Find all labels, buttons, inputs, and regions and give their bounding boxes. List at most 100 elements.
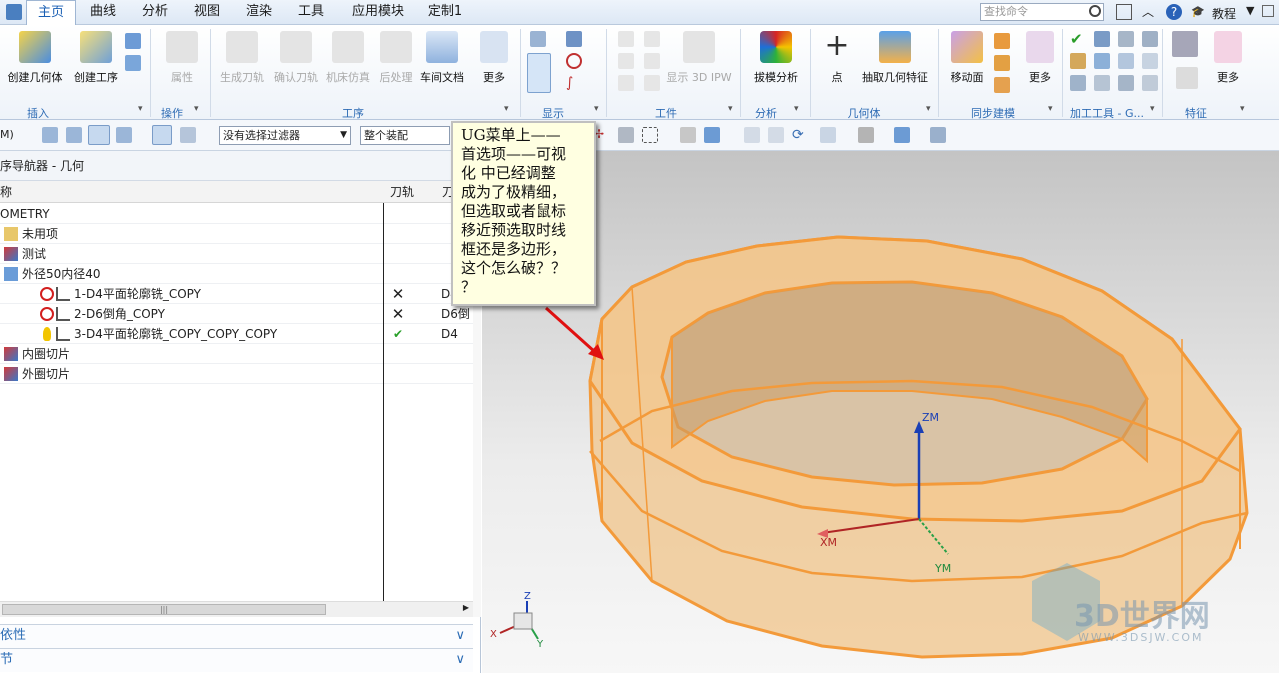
- table-row[interactable]: 3-D4平面轮廓铣_COPY_COPY_COPY ✔ D4: [0, 324, 473, 344]
- restore-window-icon[interactable]: [1262, 5, 1274, 17]
- more-features-button[interactable]: 更多: [1206, 29, 1250, 95]
- selection-filter-dropdown[interactable]: 没有选择过滤器 ▼: [219, 126, 351, 145]
- layer-icon[interactable]: [930, 127, 946, 143]
- horizontal-scrollbar[interactable]: ||| ▶: [0, 601, 473, 617]
- workpiece-icon[interactable]: [618, 53, 634, 69]
- tab-tools[interactable]: 工具: [288, 0, 334, 25]
- collapse-ribbon-icon[interactable]: ︿: [1140, 4, 1156, 20]
- section-view-icon[interactable]: [527, 53, 551, 93]
- table-row[interactable]: 测试: [0, 244, 473, 264]
- geometry-view-icon[interactable]: [88, 125, 110, 145]
- machining-tool-icon[interactable]: [1142, 75, 1158, 91]
- workpiece-icon[interactable]: [618, 31, 634, 47]
- chevron-down-icon[interactable]: ∨: [455, 649, 465, 671]
- target-icon[interactable]: [566, 53, 582, 69]
- create-geometry-button[interactable]: 创建几何体: [2, 29, 68, 95]
- group-geometry-caret[interactable]: ▾: [926, 104, 931, 114]
- col-toolpath[interactable]: 刀轨: [390, 181, 414, 203]
- select-object-icon[interactable]: [180, 127, 196, 143]
- tab-customize1[interactable]: 定制1: [420, 0, 470, 25]
- tab-home[interactable]: 主页: [26, 0, 76, 26]
- table-row[interactable]: 2-D6倒角_COPY ✕ D6倒: [0, 304, 473, 324]
- workpiece-icon[interactable]: [644, 31, 660, 47]
- workpiece-icon[interactable]: [644, 53, 660, 69]
- machining-tool-icon[interactable]: [1118, 53, 1134, 69]
- machining-tool-icon[interactable]: [1094, 75, 1110, 91]
- show-3d-ipw-button[interactable]: 显示 3D IPW: [664, 29, 734, 95]
- window-icon[interactable]: [1116, 4, 1132, 20]
- table-row[interactable]: OMETRY: [0, 204, 473, 224]
- app-icon[interactable]: [6, 4, 22, 20]
- mode-indicator[interactable]: M): [0, 128, 14, 141]
- curve-icon[interactable]: ∫: [566, 75, 582, 91]
- sync-face-icon[interactable]: [994, 77, 1010, 93]
- rectangle-select-icon[interactable]: [642, 127, 658, 143]
- machining-tool-icon[interactable]: [1094, 31, 1110, 47]
- program-view-icon[interactable]: [42, 127, 58, 143]
- check-icon[interactable]: ✔: [1070, 31, 1086, 47]
- group-sync-caret[interactable]: ▾: [1048, 104, 1053, 114]
- machining-tool-icon[interactable]: [1118, 75, 1134, 91]
- menu-dropdown-icon[interactable]: ▼: [1246, 4, 1254, 17]
- help-icon[interactable]: ?: [1166, 4, 1182, 20]
- render-style-icon[interactable]: [858, 127, 874, 143]
- create-operation-button[interactable]: 创建工序: [66, 29, 126, 95]
- workpiece-icon[interactable]: [618, 75, 634, 91]
- tab-application[interactable]: 应用模块: [342, 0, 414, 25]
- extract-geometry-button[interactable]: 抽取几何特征: [860, 29, 930, 95]
- box-icon[interactable]: [680, 127, 696, 143]
- zoom-icon[interactable]: [768, 127, 784, 143]
- table-row[interactable]: 1-D4平面轮廓铣_COPY ✕ D4: [0, 284, 473, 304]
- table-row[interactable]: 外圈切片: [0, 364, 473, 384]
- scroll-thumb[interactable]: |||: [2, 604, 326, 615]
- table-row[interactable]: 外径50内径40: [0, 264, 473, 284]
- tab-view[interactable]: 视图: [184, 0, 230, 25]
- group-machining-caret[interactable]: ▾: [1150, 104, 1155, 114]
- details-panel[interactable]: 节 ∨: [0, 648, 473, 672]
- machining-tool-icon[interactable]: [1070, 75, 1086, 91]
- feature-icon[interactable]: [1172, 31, 1198, 57]
- scroll-right-icon[interactable]: ▶: [463, 603, 469, 612]
- group-features-caret[interactable]: ▾: [1240, 104, 1245, 114]
- selection-scope-dropdown[interactable]: 整个装配: [360, 126, 450, 145]
- workpiece-icon[interactable]: [644, 75, 660, 91]
- point-button[interactable]: + 点: [812, 29, 862, 95]
- method-view-icon[interactable]: [116, 127, 132, 143]
- search-icon[interactable]: [1089, 5, 1101, 17]
- draft-analysis-button[interactable]: 拔模分析: [746, 29, 806, 95]
- create-method-icon[interactable]: [125, 55, 141, 71]
- fit-view-icon[interactable]: [744, 127, 760, 143]
- graphics-viewport[interactable]: ZM XM YM Z X Y 3D世界网 WWW.3DSJW.COM: [482, 151, 1279, 673]
- more-operations-button[interactable]: 更多: [470, 29, 518, 95]
- cube-icon[interactable]: [704, 127, 720, 143]
- group-analysis-caret[interactable]: ▾: [794, 104, 799, 114]
- sync-face-icon[interactable]: [994, 55, 1010, 71]
- group-insert-caret[interactable]: ▾: [138, 104, 143, 114]
- col-name[interactable]: 称: [0, 181, 12, 203]
- machining-tool-icon[interactable]: [1142, 31, 1158, 47]
- dependencies-panel[interactable]: 依性 ∨: [0, 624, 473, 648]
- display-part-icon[interactable]: [894, 127, 910, 143]
- group-operations-caret[interactable]: ▾: [504, 104, 509, 114]
- select-toolpath-icon[interactable]: [152, 125, 172, 145]
- generate-toolpath-button[interactable]: 生成刀轨: [212, 29, 272, 95]
- group-display-caret[interactable]: ▾: [594, 104, 599, 114]
- tab-render[interactable]: 渲染: [236, 0, 282, 25]
- verify-toolpath-button[interactable]: 确认刀轨: [266, 29, 326, 95]
- shop-doc-button[interactable]: 车间文档: [414, 29, 470, 95]
- machining-tool-icon[interactable]: [1142, 53, 1158, 69]
- feature-icon[interactable]: [1176, 67, 1198, 89]
- group-workpiece-caret[interactable]: ▾: [728, 104, 733, 114]
- select-icon[interactable]: [618, 127, 634, 143]
- command-search-input[interactable]: 查找命令: [980, 3, 1104, 21]
- machining-tool-icon[interactable]: [1118, 31, 1134, 47]
- view-triad[interactable]: [499, 601, 539, 640]
- group-actions-caret[interactable]: ▾: [194, 104, 199, 114]
- orient-view-icon[interactable]: [820, 127, 836, 143]
- chevron-down-icon[interactable]: ∨: [455, 625, 465, 647]
- snap-icon[interactable]: ✢: [594, 127, 610, 143]
- machining-tool-icon[interactable]: [1094, 53, 1110, 69]
- table-row[interactable]: 未用项: [0, 224, 473, 244]
- machining-tool-icon[interactable]: [1070, 53, 1086, 69]
- more-sync-button[interactable]: 更多: [1018, 29, 1062, 95]
